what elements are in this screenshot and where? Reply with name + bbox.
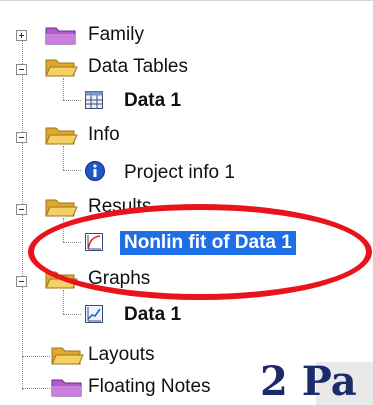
tree-item-label: Project info 1 xyxy=(124,162,235,183)
tree-line xyxy=(63,290,64,314)
collapse-toggle[interactable] xyxy=(16,276,27,287)
tree-item-data-tables[interactable]: Data Tables xyxy=(88,52,188,82)
folder-open-icon xyxy=(45,199,78,217)
graph-icon xyxy=(85,305,103,323)
tree-item-label: Info xyxy=(88,124,120,145)
tree-item-label: Data Tables xyxy=(88,56,188,77)
tree-item-project-info-1[interactable]: Project info 1 xyxy=(124,158,235,188)
folder-open-icon xyxy=(45,127,78,145)
expand-toggle[interactable] xyxy=(16,30,27,41)
collapse-toggle[interactable] xyxy=(16,64,27,75)
tree-line xyxy=(22,356,50,357)
tree-item-label: Data 1 xyxy=(124,304,182,325)
tree-line xyxy=(63,146,64,170)
tree-item-graph-data-1[interactable]: Data 1 xyxy=(124,300,181,330)
tree-item-info[interactable]: Info xyxy=(88,120,120,150)
tree-item-family[interactable]: Family xyxy=(88,20,144,50)
highlight-ellipse xyxy=(28,204,372,300)
tree-line xyxy=(63,170,81,171)
tree-item-floating-notes[interactable]: Floating Notes xyxy=(88,372,211,402)
folder-open-icon xyxy=(45,59,78,77)
overlay-heading: 2 Pa xyxy=(260,358,357,405)
tree-line xyxy=(63,100,81,101)
collapse-toggle[interactable] xyxy=(16,132,27,143)
folder-icon xyxy=(45,27,76,45)
folder-icon xyxy=(51,347,84,365)
collapse-toggle[interactable] xyxy=(16,204,27,215)
folder-icon xyxy=(51,379,82,397)
top-divider xyxy=(0,0,373,1)
info-icon xyxy=(85,161,105,181)
tree-item-layouts[interactable]: Layouts xyxy=(88,340,155,370)
tree-item-data-table-1[interactable]: Data 1 xyxy=(124,86,181,116)
tree-line xyxy=(22,388,50,389)
tree-item-label: Family xyxy=(88,24,144,45)
tree-item-label: Layouts xyxy=(88,344,155,365)
tree-item-label: Data 1 xyxy=(124,90,182,111)
tree-line xyxy=(63,78,64,100)
data-table-icon xyxy=(85,91,103,109)
tree-item-label: Floating Notes xyxy=(88,376,211,397)
tree-line xyxy=(63,314,81,315)
